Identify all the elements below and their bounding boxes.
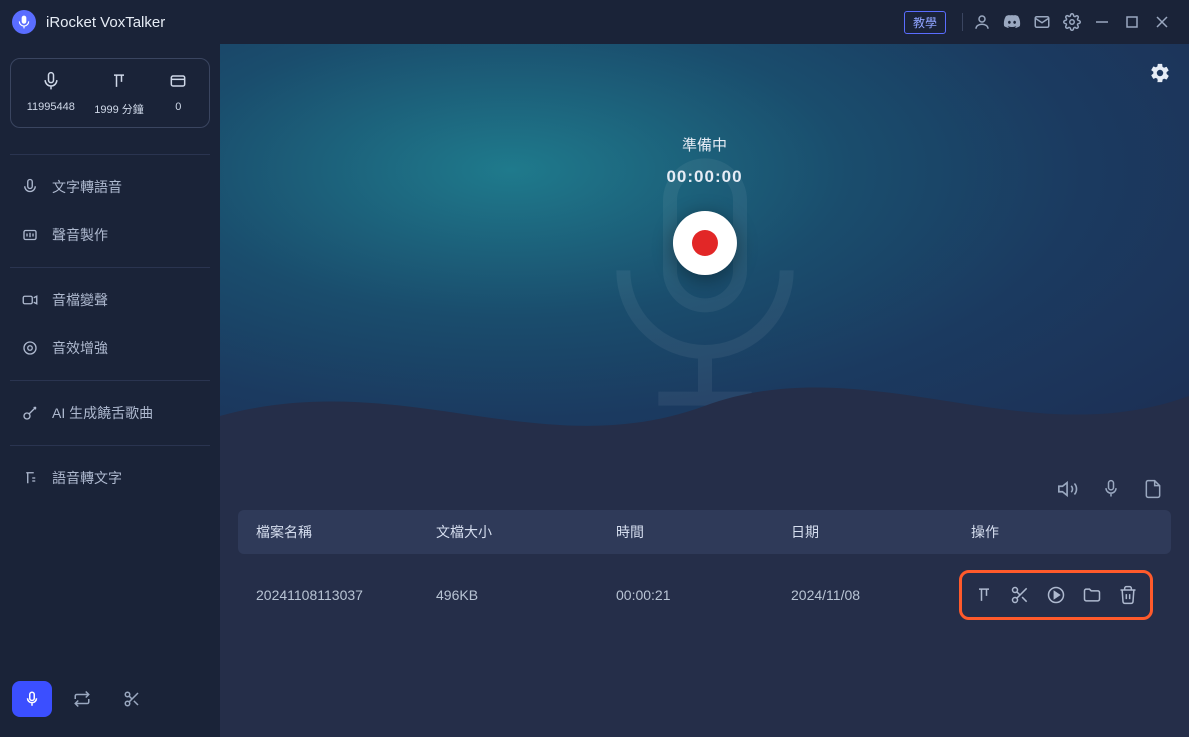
enhance-icon — [20, 338, 40, 358]
maximize-icon[interactable] — [1117, 7, 1147, 37]
stats-panel: 11995448 1999 分鐘 0 — [10, 58, 210, 128]
action-play-icon[interactable] — [1046, 585, 1066, 605]
action-cut-icon[interactable] — [1010, 585, 1030, 605]
bottom-nav-loop[interactable] — [62, 681, 102, 717]
volume-icon[interactable] — [1057, 478, 1079, 500]
stat-third[interactable]: 0 — [163, 69, 193, 117]
app-logo — [12, 10, 36, 34]
stat-credits-value: 11995448 — [27, 101, 75, 113]
tts-icon — [20, 177, 40, 197]
minimize-icon[interactable] — [1087, 7, 1117, 37]
document-icon[interactable] — [1143, 478, 1163, 500]
voice-create-icon — [20, 225, 40, 245]
cell-name: 20241108113037 — [256, 587, 436, 603]
rap-icon — [20, 403, 40, 423]
action-delete-icon[interactable] — [1118, 585, 1138, 605]
settings-icon[interactable] — [1057, 7, 1087, 37]
stat-minutes-value: 1999 分鐘 — [94, 101, 144, 117]
recorder-status: 準備中 — [682, 134, 727, 155]
wave-decoration — [220, 356, 1189, 464]
th-act: 操作 — [971, 522, 1153, 542]
nav-label: 音檔變聲 — [52, 290, 108, 310]
nav-label: 語音轉文字 — [52, 468, 122, 488]
app-title: iRocket VoxTalker — [46, 14, 165, 31]
close-icon[interactable] — [1147, 7, 1177, 37]
discord-icon[interactable] — [997, 7, 1027, 37]
recorder-settings-icon[interactable] — [1149, 62, 1171, 84]
table-header: 檔案名稱 文檔大小 時間 日期 操作 — [238, 510, 1171, 554]
th-name: 檔案名稱 — [256, 522, 436, 542]
file-table: 檔案名稱 文檔大小 時間 日期 操作 20241108113037 496KB … — [220, 510, 1189, 737]
user-icon[interactable] — [967, 7, 997, 37]
cell-time: 00:00:21 — [616, 587, 791, 603]
action-folder-icon[interactable] — [1082, 585, 1102, 605]
tutorial-button[interactable]: 教學 — [904, 11, 946, 34]
record-dot-icon — [692, 230, 718, 256]
nav-label: 聲音製作 — [52, 225, 108, 245]
nav-audio-enhance[interactable]: 音效增強 — [10, 324, 210, 372]
text-icon — [104, 69, 134, 93]
th-date: 日期 — [791, 522, 971, 542]
th-size: 文檔大小 — [436, 522, 616, 542]
nav-voice-change[interactable]: 音檔變聲 — [10, 276, 210, 324]
stt-icon — [20, 468, 40, 488]
mic-settings-icon[interactable] — [1101, 478, 1121, 500]
card-icon — [163, 69, 193, 93]
cell-size: 496KB — [436, 587, 616, 603]
table-row[interactable]: 20241108113037 496KB 00:00:21 2024/11/08 — [238, 554, 1171, 636]
recorder-panel: 準備中 00:00:00 — [220, 44, 1189, 464]
th-time: 時間 — [616, 522, 791, 542]
list-toolbar — [220, 464, 1189, 510]
stat-third-value: 0 — [175, 101, 181, 113]
bottom-nav-record[interactable] — [12, 681, 52, 717]
stat-minutes[interactable]: 1999 分鐘 — [94, 69, 144, 117]
action-text-icon[interactable] — [974, 585, 994, 605]
cell-date: 2024/11/08 — [791, 587, 971, 603]
nav-label: AI 生成饒舌歌曲 — [52, 403, 153, 423]
nav-stt[interactable]: 語音轉文字 — [10, 454, 210, 502]
record-button[interactable] — [673, 211, 737, 275]
nav-tts[interactable]: 文字轉語音 — [10, 163, 210, 211]
main: 準備中 00:00:00 — [220, 44, 1189, 737]
stat-credits[interactable]: 11995448 — [27, 69, 75, 117]
voice-change-icon — [20, 290, 40, 310]
sidebar: 11995448 1999 分鐘 0 文 — [0, 44, 220, 737]
nav-ai-rap[interactable]: AI 生成饒舌歌曲 — [10, 389, 210, 437]
mail-icon[interactable] — [1027, 7, 1057, 37]
titlebar: iRocket VoxTalker 教學 — [0, 0, 1189, 44]
nav-label: 音效增強 — [52, 338, 108, 358]
bottom-nav — [10, 675, 210, 723]
bottom-nav-cut[interactable] — [112, 681, 152, 717]
nav-voice-create[interactable]: 聲音製作 — [10, 211, 210, 259]
mic-icon — [36, 69, 66, 93]
nav-label: 文字轉語音 — [52, 177, 122, 197]
recorder-timer: 00:00:00 — [666, 167, 742, 187]
row-actions — [959, 570, 1153, 620]
